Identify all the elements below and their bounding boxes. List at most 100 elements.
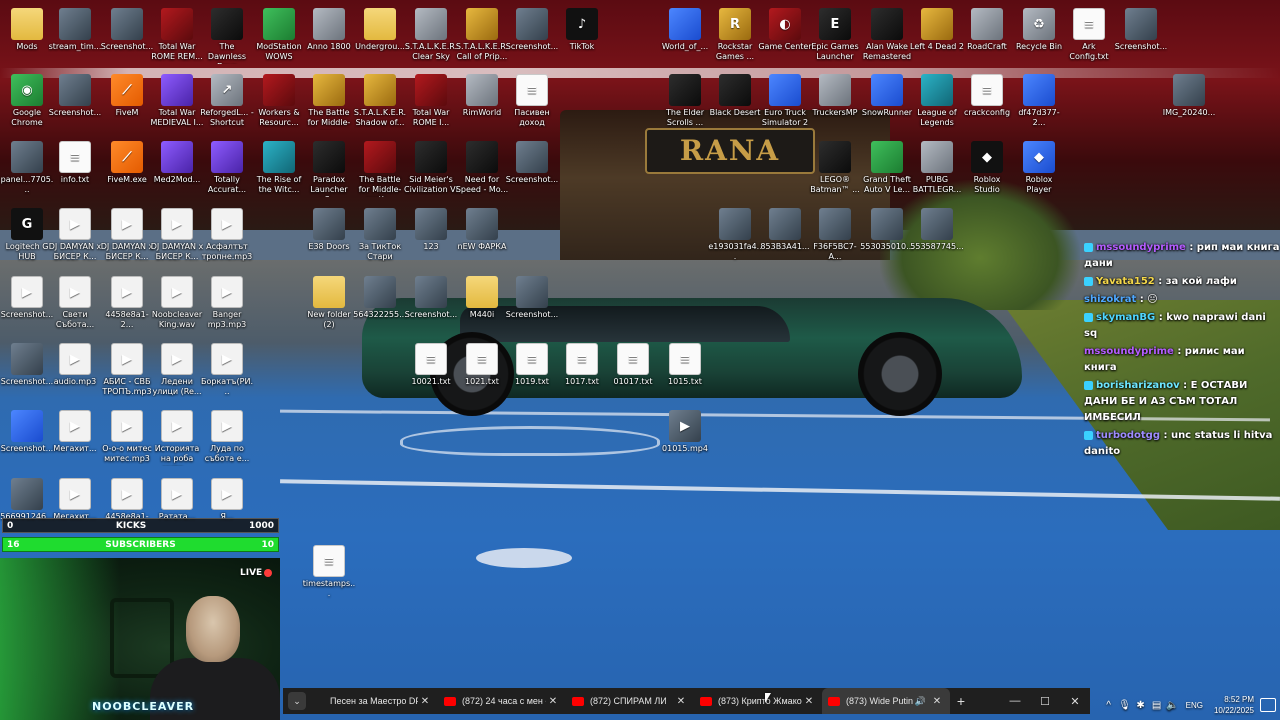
chat-username[interactable]: borisharizanov xyxy=(1096,380,1180,391)
chat-username[interactable]: mssoundyprime xyxy=(1084,346,1174,357)
desktop-icon[interactable]: The Dawnless Days Officia... xyxy=(200,8,254,72)
desktop-icon[interactable]: Workers & Resourc... xyxy=(252,74,306,138)
desktop-icon[interactable]: League of Legends xyxy=(910,74,964,138)
desktop-icon[interactable]: Need for Speed - Mo... xyxy=(455,141,509,205)
desktop-icon[interactable]: ▶ Свети Събота... xyxy=(48,276,102,340)
tab-close-icon[interactable]: ✕ xyxy=(546,696,560,707)
desktop-icon[interactable]: Screenshot... xyxy=(48,74,102,138)
desktop-icon[interactable]: ≡ 1019.txt xyxy=(505,343,559,407)
desktop-icon[interactable]: nEW ФАРКА xyxy=(455,208,509,272)
desktop-icon[interactable]: SnowRunner xyxy=(860,74,914,138)
minimize-button[interactable]: — xyxy=(1000,695,1030,708)
tab-close-icon[interactable]: ✕ xyxy=(930,696,944,707)
desktop-icon[interactable]: The Rise of the Witc... xyxy=(252,141,306,205)
desktop-icon[interactable]: E Epic Games Launcher xyxy=(808,8,862,72)
desktop-icon[interactable]: Screenshot... xyxy=(1114,8,1168,72)
desktop-icon[interactable]: ⟋ FiveM xyxy=(100,74,154,138)
desktop-icon[interactable]: M440i xyxy=(455,276,509,340)
desktop-icon[interactable]: Screenshot... xyxy=(100,8,154,72)
desktop-icon[interactable]: Screenshot... xyxy=(0,410,54,474)
desktop-icon[interactable]: ▶ Мегахит... xyxy=(48,410,102,474)
microphone-icon[interactable]: 🎙 xyxy=(1117,700,1133,711)
desktop-icon[interactable]: Screenshot... xyxy=(0,343,54,407)
desktop-icon[interactable]: 123 xyxy=(404,208,458,272)
desktop-icon[interactable]: The Battle for Middle-ear... xyxy=(302,74,356,138)
desktop-icon[interactable]: ▶ DJ DAMYAN x БИСЕР К... xyxy=(150,208,204,272)
desktop-icon[interactable]: Total War ROME REM... xyxy=(150,8,204,72)
browser-tab[interactable]: (873) Wide Putin 🔊 ✕ xyxy=(822,688,950,714)
desktop-icon[interactable]: G Logitech G HUB xyxy=(0,208,54,272)
desktop-icon[interactable]: The Battle for Middle-earth... xyxy=(353,141,407,205)
desktop-icon[interactable]: ▶ Асфалтът тропне.mp3 xyxy=(200,208,254,272)
desktop-icon[interactable]: ♪ TikTok xyxy=(555,8,609,72)
desktop-icon[interactable]: ModStation WOWS xyxy=(252,8,306,72)
desktop-icon[interactable]: ▶ Ледени улици (Re... xyxy=(150,343,204,407)
desktop-icon[interactable]: Totally Accurat... xyxy=(200,141,254,205)
desktop-icon[interactable]: ≡ Пасивен доход xyxy=(505,74,559,138)
tray-overflow-chevron-icon[interactable]: ^ xyxy=(1101,700,1117,711)
desktop-icon[interactable]: Med2Mod... xyxy=(150,141,204,205)
desktop-icon[interactable]: ▶ 4458e8a1-2... xyxy=(100,276,154,340)
desktop-icon[interactable]: LEGO® Batman™ ... xyxy=(808,141,862,205)
desktop-icon[interactable]: New folder (2) xyxy=(302,276,356,340)
desktop-icon[interactable]: Mods xyxy=(0,8,54,72)
desktop-icon[interactable]: df47d377-2... xyxy=(1012,74,1066,138)
desktop-icon[interactable]: ⟋ FiveM.exe xyxy=(100,141,154,205)
browser-tab[interactable]: (872) 24 часа с мен - ✕ xyxy=(438,688,566,714)
desktop-icon[interactable]: Total War MEDIEVAL I... xyxy=(150,74,204,138)
desktop-icon[interactable]: ≡ Ark Config.txt xyxy=(1062,8,1116,72)
desktop-icon[interactable]: ▶ DJ DAMYAN x БИСЕР К... xyxy=(48,208,102,272)
chat-username[interactable]: Yavata152 xyxy=(1096,276,1155,287)
desktop-icon[interactable]: ♻ Recycle Bin xyxy=(1012,8,1066,72)
notification-center-icon[interactable] xyxy=(1260,698,1276,712)
desktop-icon[interactable]: ▶Историята на роба мита... xyxy=(150,410,204,474)
desktop-icon[interactable]: Paradox Launcher v2... xyxy=(302,141,356,205)
desktop-icon[interactable]: ▶ Screenshot... xyxy=(0,276,54,340)
desktop-icon[interactable]: 853B3A41... xyxy=(758,208,812,272)
chat-username[interactable]: skymanBG xyxy=(1096,312,1155,323)
desktop-icon[interactable]: The Elder Scrolls ... xyxy=(658,74,712,138)
desktop-icon[interactable]: ▶ Banger mp3.mp3 xyxy=(200,276,254,340)
desktop-icon[interactable]: E38 Doors xyxy=(302,208,356,272)
volume-icon[interactable]: 🔈 xyxy=(1165,700,1181,711)
desktop-icon[interactable]: F36F5BC7-A... xyxy=(808,208,862,272)
desktop-icon[interactable]: ≡ 01017.txt xyxy=(606,343,660,407)
desktop-icon[interactable]: 553035010... xyxy=(860,208,914,272)
desktop-icon[interactable]: World_of_... xyxy=(658,8,712,72)
network-icon[interactable]: ▤ xyxy=(1149,700,1165,711)
desktop-icon[interactable]: ▶ Луда по събота е... xyxy=(200,410,254,474)
desktop-icon[interactable]: Sid Meier's Civilization VI xyxy=(404,141,458,205)
browser-tab[interactable]: (873) Крипто Жмакове✕ xyxy=(694,688,822,714)
chat-username[interactable]: shizokrat xyxy=(1084,294,1136,305)
desktop-icon[interactable]: 564322255... xyxy=(353,276,407,340)
tray-clock[interactable]: 8:52 PM 10/22/2025 xyxy=(1214,694,1254,716)
desktop-icon[interactable]: Screenshot... xyxy=(505,141,559,205)
desktop-icon[interactable]: Total War ROME I... xyxy=(404,74,458,138)
tab-close-icon[interactable]: ✕ xyxy=(802,696,816,707)
tab-close-icon[interactable]: ✕ xyxy=(674,696,688,707)
desktop-icon[interactable]: ≡ info.txt xyxy=(48,141,102,205)
desktop-icon[interactable]: ≡ 1021.txt xyxy=(455,343,509,407)
desktop-icon[interactable]: ◆ Roblox Studio xyxy=(960,141,1014,205)
desktop-icon[interactable]: stream_tim... xyxy=(48,8,102,72)
desktop-icon[interactable]: ≡ 10021.txt xyxy=(404,343,458,407)
desktop-icon[interactable]: Alan Wake Remastered xyxy=(860,8,914,72)
new-tab-button[interactable]: + xyxy=(950,693,972,709)
bluetooth-icon[interactable]: ✱ xyxy=(1133,700,1149,711)
desktop-icon[interactable]: Euro Truck Simulator 2 xyxy=(758,74,812,138)
desktop-icon[interactable]: ▶ О-о-о митес митес.mp3 xyxy=(100,410,154,474)
desktop-icon[interactable]: ▶ Noobcleaver King.wav xyxy=(150,276,204,340)
desktop-icon[interactable]: ▶ Боркатъ(РИ... xyxy=(200,343,254,407)
desktop-icon[interactable]: ◆ Roblox Player xyxy=(1012,141,1066,205)
desktop-icon[interactable]: ≡ 1015.txt xyxy=(658,343,712,407)
desktop-icon[interactable]: ≡ timestamps... xyxy=(302,545,356,609)
desktop-icon[interactable]: ▶ АБИС - СВБ ТРОПЪ.mp3 xyxy=(100,343,154,407)
desktop-icon[interactable]: ▶ DJ DAMYAN x БИСЕР К... xyxy=(100,208,154,272)
desktop-icon[interactable]: ◉ Google Chrome xyxy=(0,74,54,138)
desktop-icon[interactable]: Black Desert xyxy=(708,74,762,138)
desktop-icon[interactable]: 553587745... xyxy=(910,208,964,272)
desktop-icon[interactable]: Grand Theft Auto V Le... xyxy=(860,141,914,205)
desktop-icon[interactable]: ▶ audio.mp3 xyxy=(48,343,102,407)
desktop-icon[interactable]: Left 4 Dead 2 xyxy=(910,8,964,72)
desktop-icon[interactable]: IMG_20240... xyxy=(1162,74,1216,138)
